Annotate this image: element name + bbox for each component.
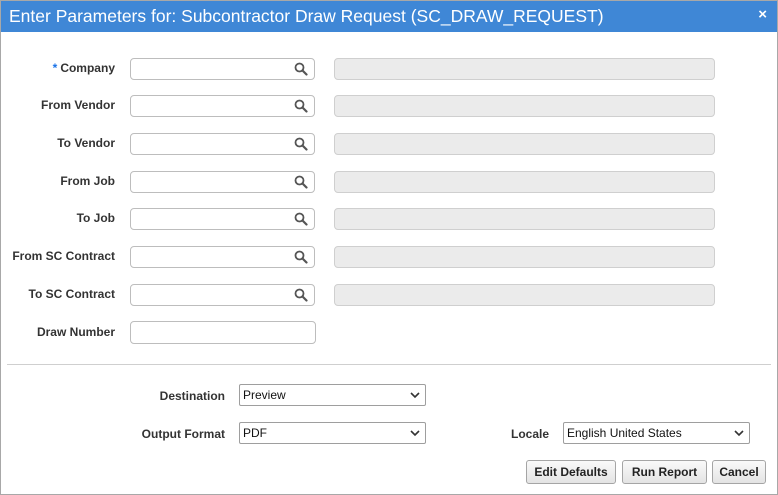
from-vendor-field[interactable] [130,95,315,117]
from-sc-contract-input[interactable] [131,247,293,267]
to-sc-contract-description [334,284,715,306]
locale-select[interactable]: English United States [563,422,750,444]
company-field[interactable] [130,58,315,80]
run-report-button[interactable]: Run Report [622,460,707,484]
from-job-description [334,171,715,193]
to-vendor-label: To Vendor [57,136,115,150]
search-icon[interactable] [294,62,308,76]
close-icon[interactable]: × [758,6,767,23]
to-vendor-input[interactable] [131,134,293,154]
from-job-label: From Job [60,174,115,188]
destination-label: Destination [159,389,225,403]
search-icon[interactable] [294,175,308,189]
from-sc-contract-field[interactable] [130,246,315,268]
from-sc-contract-label: From SC Contract [12,249,115,263]
from-vendor-input[interactable] [131,96,293,116]
output-format-value: PDF [243,426,267,440]
search-icon[interactable] [294,250,308,264]
section-divider [7,364,771,365]
from-sc-contract-description [334,246,715,268]
draw-number-label: Draw Number [36,325,115,339]
to-vendor-field[interactable] [130,133,315,155]
search-icon[interactable] [294,99,308,113]
cancel-button[interactable]: Cancel [712,460,766,484]
output-format-select[interactable]: PDF [239,422,426,444]
to-sc-contract-field[interactable] [130,284,315,306]
from-job-field[interactable] [130,171,315,193]
search-icon[interactable] [294,137,308,151]
output-format-label: Output Format [141,427,225,441]
to-job-field[interactable] [130,208,315,230]
to-job-description [334,208,715,230]
draw-number-field[interactable] [130,321,316,344]
company-label: * Company [52,61,115,75]
required-marker: * [52,61,58,75]
locale-label: Locale [510,427,549,441]
dialog-titlebar: Enter Parameters for: Subcontractor Draw… [1,1,777,32]
chevron-down-icon [734,430,744,437]
chevron-down-icon [410,430,420,437]
dialog-title: Enter Parameters for: Subcontractor Draw… [9,6,604,26]
to-sc-contract-label: To SC Contract [28,287,115,301]
company-description [334,58,715,80]
to-sc-contract-input[interactable] [131,285,293,305]
chevron-down-icon [410,392,420,399]
edit-defaults-button[interactable]: Edit Defaults [526,460,616,484]
search-icon[interactable] [294,288,308,302]
from-job-input[interactable] [131,172,293,192]
to-job-input[interactable] [131,209,293,229]
destination-select[interactable]: Preview [239,384,426,406]
company-input[interactable] [131,59,293,79]
parameters-dialog: Enter Parameters for: Subcontractor Draw… [0,0,778,495]
locale-value: English United States [567,426,682,440]
to-vendor-description [334,133,715,155]
destination-value: Preview [243,388,286,402]
from-vendor-label: From Vendor [40,98,115,112]
to-job-label: To Job [76,211,115,225]
search-icon[interactable] [294,212,308,226]
draw-number-input[interactable] [131,322,313,342]
from-vendor-description [334,95,715,117]
